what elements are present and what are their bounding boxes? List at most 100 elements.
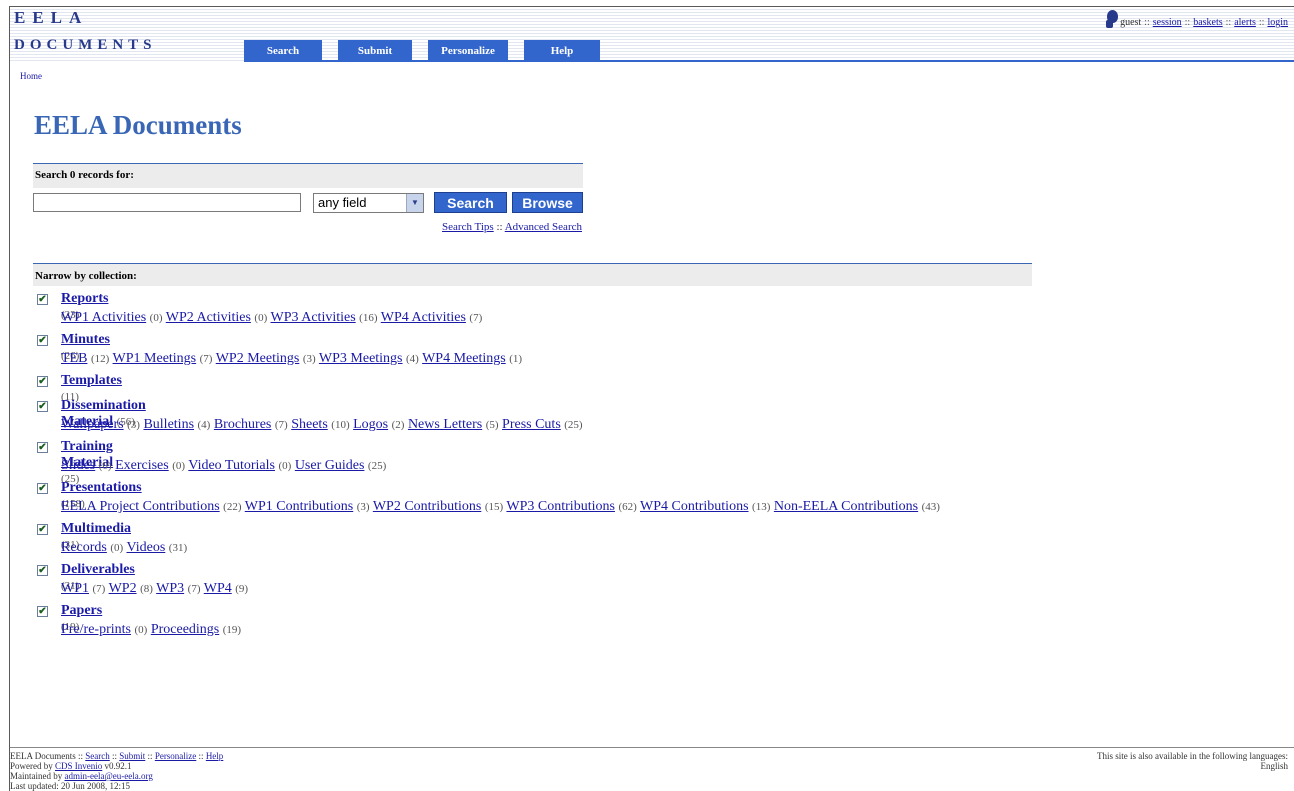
subcollection-link[interactable]: WP1 Meetings xyxy=(113,351,197,366)
subcollection-count: (12) xyxy=(90,353,110,365)
subcollection-link[interactable]: WP4 xyxy=(204,581,232,596)
collection-checkbox[interactable]: ✔ xyxy=(37,442,48,453)
subcollection-link[interactable]: Non-EELA Contributions xyxy=(774,499,918,514)
collection-link[interactable]: Multimedia xyxy=(61,521,131,536)
chevron-down-icon[interactable]: ▼ xyxy=(406,194,423,212)
logo-eela: EELA xyxy=(14,8,89,27)
nav-tabs: Search Submit Personalize Help xyxy=(244,40,616,61)
subcollection-count: (3) xyxy=(302,353,316,365)
footer-submit-link[interactable]: Submit xyxy=(119,751,145,761)
subcollection-link[interactable]: WP2 Meetings xyxy=(216,351,300,366)
subcollection-list: Records (0) Videos (31) xyxy=(61,540,187,556)
field-select[interactable]: any field ▼ xyxy=(313,193,424,213)
tab-personalize[interactable]: Personalize xyxy=(428,40,508,61)
subcollection-link[interactable]: Slides xyxy=(61,458,95,473)
subcollection-link[interactable]: Sheets xyxy=(291,417,328,432)
subcollection-count: (7) xyxy=(187,583,201,595)
subcollection-link[interactable]: User Guides xyxy=(295,458,365,473)
subcollection-link[interactable]: WP4 Activities xyxy=(381,310,466,325)
subcollection-link[interactable]: EELA Project Contributions xyxy=(61,499,220,514)
collection-checkbox[interactable]: ✔ xyxy=(37,294,48,305)
search-header: Search 0 records for: xyxy=(33,163,583,188)
narrow-header: Narrow by collection: xyxy=(33,263,1032,286)
subcollection-count: (31) xyxy=(168,542,188,554)
subcollection-link[interactable]: WP3 xyxy=(156,581,184,596)
collection-checkbox[interactable]: ✔ xyxy=(37,565,48,576)
session-link[interactable]: session xyxy=(1153,17,1182,28)
subcollection-count: (0) xyxy=(98,460,112,472)
subcollection-link[interactable]: Proceedings xyxy=(151,622,219,637)
search-tips-link[interactable]: Search Tips xyxy=(442,221,494,233)
subcollection-link[interactable]: WP2 Contributions xyxy=(373,499,482,514)
collection-checkbox[interactable]: ✔ xyxy=(37,376,48,387)
footer-lang-english[interactable]: English xyxy=(1097,761,1288,771)
collection-link[interactable]: Presentations xyxy=(61,480,142,495)
subcollection-count: (25) xyxy=(367,460,387,472)
advanced-search-link[interactable]: Advanced Search xyxy=(505,221,582,233)
footer-right: This site is also available in the follo… xyxy=(1097,751,1288,771)
browse-button[interactable]: Browse xyxy=(512,192,583,213)
subcollection-link[interactable]: WP4 Meetings xyxy=(422,351,506,366)
collection-checkbox[interactable]: ✔ xyxy=(37,483,48,494)
subcollection-link[interactable]: Wallpapers xyxy=(61,417,124,432)
breadcrumb[interactable]: Home xyxy=(20,71,42,81)
baskets-link[interactable]: baskets xyxy=(1193,17,1222,28)
collection-checkbox[interactable]: ✔ xyxy=(37,335,48,346)
footer-maintainer-link[interactable]: admin-eela@eu-eela.org xyxy=(65,771,153,781)
tab-help[interactable]: Help xyxy=(524,40,600,61)
tab-search[interactable]: Search xyxy=(244,40,322,61)
subcollection-count: (19) xyxy=(222,624,242,636)
subcollection-link[interactable]: WP1 xyxy=(61,581,89,596)
subcollection-link[interactable]: WP3 Meetings xyxy=(319,351,403,366)
footer-search-link[interactable]: Search xyxy=(85,751,110,761)
subcollection-list: TEB (12) WP1 Meetings (7) WP2 Meetings (… xyxy=(61,351,522,367)
subcollection-link[interactable]: Pre/re-prints xyxy=(61,622,131,637)
guest-label: guest xyxy=(1120,17,1142,28)
collection-link[interactable]: Templates xyxy=(61,373,122,388)
search-input[interactable] xyxy=(33,193,301,212)
collection-checkbox[interactable]: ✔ xyxy=(37,524,48,535)
subcollection-link[interactable]: WP4 Contributions xyxy=(640,499,749,514)
login-link[interactable]: login xyxy=(1267,17,1288,28)
subcollection-link[interactable]: Bulletins xyxy=(143,417,194,432)
collection-link[interactable]: Minutes xyxy=(61,332,110,347)
footer-help-link[interactable]: Help xyxy=(206,751,224,761)
subcollection-list: Wallpapers (3) Bulletins (4) Brochures (… xyxy=(61,417,583,433)
tab-submit[interactable]: Submit xyxy=(338,40,412,61)
collection-checkbox[interactable]: ✔ xyxy=(37,606,48,617)
search-button[interactable]: Search xyxy=(434,192,507,213)
subcollection-count: (13) xyxy=(752,501,771,513)
subcollection-count: (43) xyxy=(921,501,940,513)
subcollection-count: (25) xyxy=(564,419,583,431)
collection-link[interactable]: Papers xyxy=(61,603,102,618)
subcollection-link[interactable]: WP2 xyxy=(109,581,137,596)
page-title: EELA Documents xyxy=(34,110,242,140)
collection-checkbox[interactable]: ✔ xyxy=(37,401,48,412)
subcollection-link[interactable]: Exercises xyxy=(115,458,169,473)
footer-invenio-link[interactable]: CDS Invenio xyxy=(55,761,102,771)
subcollection-count: (10) xyxy=(331,419,350,431)
subcollection-link[interactable]: WP1 Activities xyxy=(61,310,146,325)
subcollection-count: (1) xyxy=(509,353,523,365)
subcollection-link[interactable]: WP1 Contributions xyxy=(245,499,354,514)
subcollection-link[interactable]: Videos xyxy=(126,540,165,555)
subcollection-link[interactable]: Video Tutorials xyxy=(188,458,275,473)
search-links: Search Tips :: Advanced Search xyxy=(442,221,582,233)
subcollection-link[interactable]: News Letters xyxy=(408,417,482,432)
subcollection-count: (7) xyxy=(199,353,213,365)
collection-link[interactable]: Deliverables xyxy=(61,562,135,577)
subcollection-link[interactable]: WP3 Activities xyxy=(271,310,356,325)
subcollection-link[interactable]: TEB xyxy=(61,351,87,366)
subcollection-link[interactable]: Logos xyxy=(353,417,388,432)
subcollection-link[interactable]: WP3 Contributions xyxy=(506,499,615,514)
subcollection-link[interactable]: Records xyxy=(61,540,107,555)
subcollection-link[interactable]: Press Cuts xyxy=(502,417,561,432)
subcollection-link[interactable]: Brochures xyxy=(214,417,272,432)
subcollection-count: (7) xyxy=(469,312,483,324)
alerts-link[interactable]: alerts xyxy=(1234,17,1256,28)
collection-link[interactable]: Reports xyxy=(61,291,108,306)
footer-personalize-link[interactable]: Personalize xyxy=(155,751,196,761)
subcollection-link[interactable]: WP2 Activities xyxy=(166,310,251,325)
footer-site: EELA Documents xyxy=(10,751,76,761)
subcollection-count: (8) xyxy=(140,583,153,595)
